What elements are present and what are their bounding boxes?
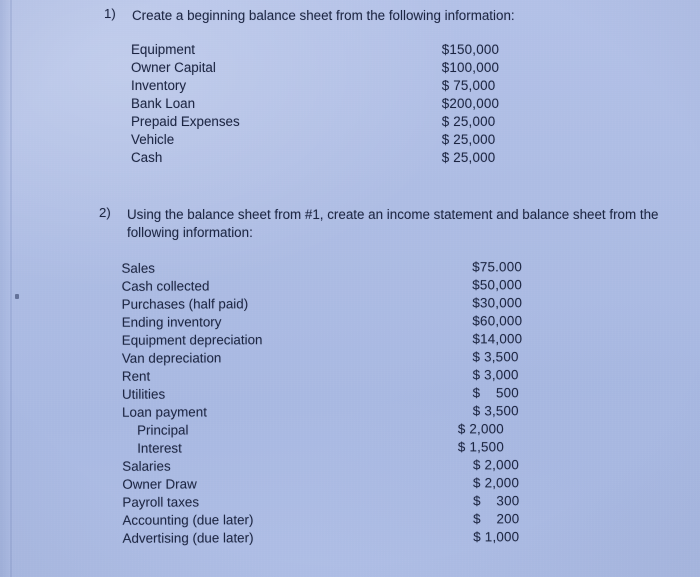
item-label: Equipment (131, 42, 196, 57)
page-content: 1) Create a beginning balance sheet from… (0, 0, 700, 577)
item-row: Advertising (due later) $ 1,000 (122, 528, 523, 548)
item-row: Vehicle $ 25,000 (131, 131, 499, 149)
item-label: Owner Draw (122, 476, 197, 492)
item-value: $150,000 (441, 42, 500, 57)
question-1-number: 1) (104, 6, 116, 21)
item-row: Owner Capital $100,000 (131, 59, 499, 77)
item-value: $ 3,500 (472, 403, 519, 419)
item-value: $75.000 (472, 259, 523, 275)
item-value: $ 2,000 (457, 421, 504, 437)
question-1-heading: 1) Create a beginning balance sheet from… (104, 7, 674, 25)
item-value: $ 25,000 (441, 150, 496, 165)
item-label: Rent (121, 368, 151, 384)
item-value: $ 75,000 (441, 78, 496, 93)
question-1-item-rows: Equipment $150,000 Owner Capital $100,000 In… (131, 41, 499, 167)
item-label: Principal (137, 422, 189, 438)
item-value: $50,000 (472, 277, 523, 293)
item-label: Cash (131, 150, 163, 165)
item-row: Loan payment $ 3,500 (122, 402, 523, 422)
item-value: $60,000 (472, 313, 523, 329)
item-value: $200,000 (441, 96, 500, 111)
item-row: Purchases (half paid) $30,000 (122, 294, 523, 314)
item-label: Equipment depreciation (121, 332, 263, 348)
item-value: $ 2,000 (472, 457, 520, 473)
item-row: Cash collected $50,000 (122, 276, 523, 296)
item-label: Prepaid Expenses (131, 114, 240, 129)
question-1-item-table: Equipment $150,000 Owner Capital $100,000 In… (131, 41, 499, 167)
item-value: $100,000 (441, 60, 500, 75)
item-label: Loan payment (122, 404, 207, 420)
item-row: Payroll taxes $ 300 (122, 492, 523, 512)
item-row: Van depreciation $ 3,500 (122, 348, 523, 368)
item-row: Inventory $ 75,000 (131, 77, 499, 95)
item-row: Owner Draw $ 2,000 (122, 474, 523, 494)
item-value: $30,000 (472, 295, 523, 311)
item-value: $ 1,000 (473, 529, 520, 545)
item-value: $ 3,500 (472, 349, 519, 365)
item-row: Rent $ 3,000 (122, 366, 523, 386)
item-row: Bank Loan $200,000 (131, 95, 499, 113)
item-label: Owner Capital (131, 60, 216, 75)
item-label: Bank Loan (131, 96, 196, 111)
item-value: $ 500 (472, 385, 519, 401)
item-label: Inventory (131, 78, 187, 93)
item-label: Payroll taxes (122, 494, 200, 510)
question-2-prompt: Using the balance sheet from #1, create … (127, 207, 659, 240)
item-label: Salaries (122, 458, 171, 474)
item-label: Purchases (half paid) (121, 296, 249, 312)
item-label: Accounting (due later) (122, 512, 254, 528)
item-row: Ending inventory $60,000 (122, 312, 523, 332)
item-row: Salaries $ 2,000 (122, 456, 523, 476)
question-2-number: 2) (99, 205, 111, 220)
item-label: Advertising (due later) (122, 530, 254, 546)
item-row: Interest $ 1,500 (122, 438, 523, 458)
item-value: $ 25,000 (441, 132, 496, 147)
item-label: Ending inventory (121, 314, 222, 330)
item-label: Cash collected (121, 278, 210, 294)
question-2-heading: 2) Using the balance sheet from #1, crea… (99, 206, 679, 241)
item-value: $ 25,000 (441, 114, 496, 129)
question-2-item-rows: Sales $75.000 Cash collected $50,000 Purchas… (121, 258, 523, 548)
item-row: Principal $ 2,000 (122, 420, 523, 440)
item-value: $ 3,000 (472, 367, 519, 383)
item-value: $ 300 (473, 493, 520, 509)
item-row: Accounting (due later) $ 200 (122, 510, 523, 530)
question-2-item-table: Sales $75.000 Cash collected $50,000 Purchas… (121, 258, 523, 548)
item-value: $14,000 (472, 331, 523, 347)
item-value: $ 200 (473, 511, 520, 527)
scanned-page: 1) Create a beginning balance sheet from… (0, 0, 700, 577)
item-label: Vehicle (131, 132, 175, 147)
item-label: Utilities (121, 386, 166, 402)
item-row: Utilities $ 500 (122, 384, 523, 404)
item-row: Equipment depreciation $14,000 (122, 330, 523, 350)
item-row: Prepaid Expenses $ 25,000 (131, 113, 499, 131)
question-1-prompt: Create a beginning balance sheet from th… (132, 8, 515, 23)
item-value: $ 1,500 (457, 439, 504, 455)
item-row: Sales $75.000 (121, 258, 522, 278)
item-label: Interest (137, 440, 182, 456)
item-row: Equipment $150,000 (131, 41, 499, 59)
item-value: $ 2,000 (472, 475, 520, 491)
item-row: Cash $ 25,000 (131, 149, 499, 167)
item-label: Sales (121, 260, 156, 276)
item-label: Van depreciation (121, 350, 222, 366)
